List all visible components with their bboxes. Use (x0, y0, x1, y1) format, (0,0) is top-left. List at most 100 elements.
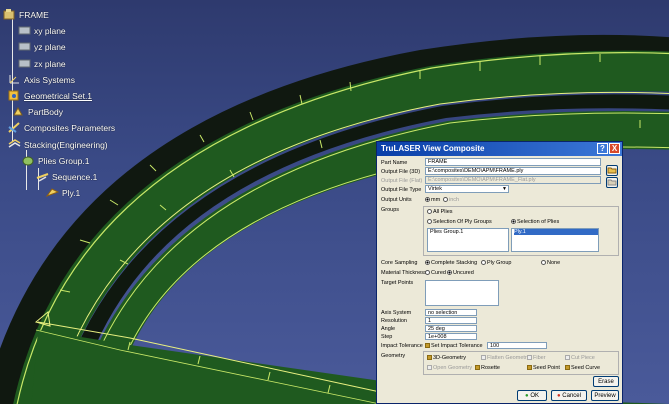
resolution-label: Resolution (381, 318, 407, 324)
tree-label-ply: Ply.1 (62, 187, 81, 198)
cancel-button[interactable]: ● Cancel (551, 390, 587, 401)
radio-icon (427, 209, 432, 215)
radio-icon (425, 270, 430, 276)
product-icon (3, 9, 16, 20)
radio-icon (481, 260, 486, 266)
part-name-label: Part Name (381, 160, 408, 166)
impact-tolerance-field[interactable]: 100 (487, 342, 547, 349)
tree-label-geometrical-set: Geometrical Set.1 (24, 90, 93, 101)
plane-icon (18, 41, 31, 52)
output-file-3d-field[interactable]: E:\composites\DEMO\APM\FRAME.ply (425, 167, 601, 175)
checkbox-icon (427, 365, 432, 371)
tree-node-frame[interactable]: FRAME (3, 9, 49, 20)
checkbox-icon (527, 355, 532, 361)
checkbox-icon (565, 365, 570, 371)
geo-seed-point-checkbox[interactable]: Seed Point (527, 365, 560, 371)
checkbox-icon (481, 355, 486, 361)
ply-group-radio[interactable]: Ply Group (481, 260, 511, 266)
geo-3d-label: 3D-Geometry (433, 355, 467, 361)
plane-icon (18, 58, 31, 69)
tree-node-plies-group[interactable]: Plies Group.1 (22, 155, 90, 166)
all-plies-radio[interactable]: All Plies (427, 209, 453, 215)
browse-flat-button[interactable] (606, 177, 618, 188)
erase-button[interactable]: Erase (593, 376, 619, 387)
target-points-list[interactable] (425, 280, 499, 306)
uncured-radio[interactable]: Uncured (447, 270, 474, 276)
group-list[interactable]: Plies Group.1 (427, 228, 509, 252)
tree-label-partbody: PartBody (28, 106, 63, 117)
specification-tree: FRAME xy plane yz plane zx plane Axis Sy… (0, 0, 200, 330)
tree-label-axis-systems: Axis Systems (24, 74, 76, 85)
part-name-field[interactable]: FRAME (425, 158, 601, 166)
material-thickness-label: Material Thickness (381, 270, 427, 276)
geometry-label: Geometry (381, 353, 406, 359)
tree-node-ply[interactable]: Ply.1 (45, 187, 81, 198)
none-label: None (547, 260, 561, 266)
browse-3d-button[interactable] (606, 165, 618, 176)
tree-label-zx-plane: zx plane (34, 58, 66, 69)
dialog-title-bar[interactable]: TruLASER View Composite ? X (377, 142, 622, 156)
geo-rosette-checkbox[interactable]: Rosette (475, 365, 500, 371)
tree-node-stacking[interactable]: Stacking(Engineering) (8, 139, 108, 150)
output-file-3d-label: Output File (3D) (381, 169, 421, 175)
radio-icon (425, 197, 430, 203)
checkbox-icon (425, 343, 430, 349)
resolution-field[interactable]: 1 (425, 317, 477, 324)
geo-seed-curve-checkbox[interactable]: Seed Curve (565, 365, 600, 371)
selection-ply-groups-label: Selection Of Ply Groups (433, 219, 492, 225)
preview-button[interactable]: Preview (591, 390, 619, 401)
geometrical-set-icon (8, 90, 21, 101)
output-file-flat-field: E:\composites\DEMO\APM\FRAME_Flat.ply (425, 176, 601, 184)
ply-icon (45, 187, 60, 198)
axis-system-field[interactable]: no selection (425, 309, 477, 316)
tree-node-xy-plane[interactable]: xy plane (18, 25, 66, 36)
checkbox-icon (565, 355, 570, 361)
uncured-label: Uncured (453, 270, 474, 276)
ply-list[interactable]: Ply.1 (511, 228, 599, 252)
3d-viewport[interactable]: FRAME xy plane yz plane zx plane Axis Sy… (0, 0, 669, 404)
units-mm-radio[interactable]: mm (425, 197, 440, 203)
tree-node-partbody[interactable]: PartBody (12, 106, 63, 117)
tree-node-axis-systems[interactable]: Axis Systems (8, 74, 75, 85)
geo-cut-piece-label: Cut Piece (571, 355, 595, 361)
set-impact-tolerance-checkbox[interactable]: Set Impact Tolerance (425, 343, 483, 349)
target-points-label: Target Points (381, 280, 414, 286)
angle-field[interactable]: 25 deg (425, 325, 477, 332)
tree-node-zx-plane[interactable]: zx plane (18, 58, 66, 69)
help-button[interactable]: ? (597, 143, 608, 154)
tree-node-composites-parameters[interactable]: Composites Parameters (8, 122, 115, 133)
radio-icon (443, 197, 448, 203)
tree-node-yz-plane[interactable]: yz plane (18, 41, 66, 52)
cancel-label: Cancel (562, 393, 581, 399)
plane-icon (18, 25, 31, 36)
geo-3d-checkbox[interactable]: 3D-Geometry (427, 355, 466, 361)
tree-node-sequence[interactable]: Sequence.1 (36, 171, 97, 182)
cured-radio[interactable]: Cured (425, 270, 446, 276)
geo-seed-point-label: Seed Point (533, 365, 560, 371)
tree-node-geometrical-set[interactable]: Geometrical Set.1 (8, 90, 92, 101)
step-field[interactable]: 1e+008 (425, 333, 477, 340)
angle-label: Angle (381, 326, 396, 332)
core-sampling-label: Core Sampling (381, 260, 418, 266)
stacking-icon (8, 139, 21, 150)
selection-of-plies-label: Selection of Plies (517, 219, 560, 225)
set-impact-tolerance-label: Set Impact Tolerance (431, 343, 483, 349)
groups-label: Groups (381, 207, 400, 213)
selection-of-plies-radio[interactable]: Selection of Plies (511, 219, 559, 225)
units-inch-radio[interactable]: inch (443, 197, 459, 203)
checkbox-icon (475, 365, 480, 371)
ok-button[interactable]: ● OK (517, 390, 547, 401)
geo-seed-curve-label: Seed Curve (571, 365, 601, 371)
geo-open-label: Open Geometry (433, 365, 473, 371)
geo-flatten-label: Flatten Geometry (487, 355, 530, 361)
none-radio[interactable]: None (541, 260, 560, 266)
selection-ply-groups-radio[interactable]: Selection Of Ply Groups (427, 219, 492, 225)
ply-group-label: Ply Group (487, 260, 512, 266)
checkbox-icon (527, 365, 532, 371)
group-list-item[interactable]: Plies Group.1 (430, 229, 508, 235)
close-button[interactable]: X (609, 143, 620, 154)
output-file-type-select[interactable]: Virtek ▼ (425, 185, 509, 193)
checkbox-icon (427, 355, 432, 361)
complete-stacking-radio[interactable]: Complete Stacking (425, 260, 477, 266)
ply-list-item[interactable]: Ply.1 (514, 229, 598, 235)
